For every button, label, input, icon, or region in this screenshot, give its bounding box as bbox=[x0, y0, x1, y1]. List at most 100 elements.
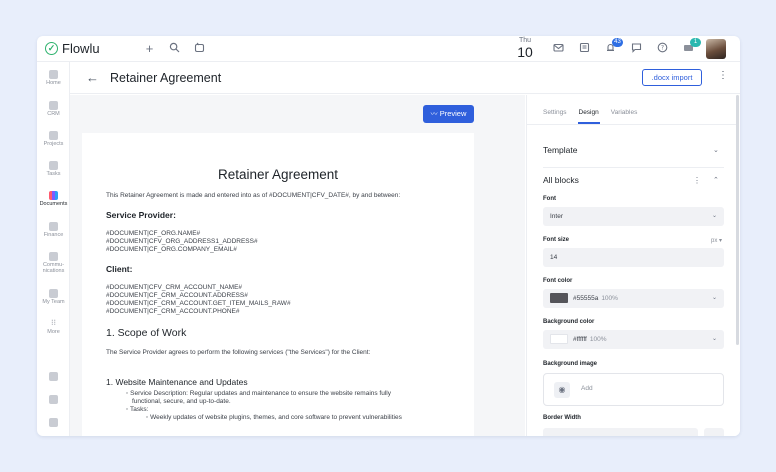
border-width-input[interactable] bbox=[543, 428, 698, 436]
chevron-down-icon[interactable]: ⌄ bbox=[713, 146, 719, 154]
avatar[interactable] bbox=[706, 39, 726, 59]
add-icon[interactable]: + bbox=[143, 42, 156, 55]
section-divider bbox=[543, 167, 724, 168]
apps-badge: 1 bbox=[690, 38, 701, 47]
preview-button[interactable]: 〰 Preview bbox=[423, 105, 474, 123]
template-section-title[interactable]: Template bbox=[543, 145, 578, 155]
notifications-badge: 43 bbox=[612, 38, 623, 47]
add-image-label: Add bbox=[581, 385, 593, 392]
nav-label: Projects bbox=[43, 141, 64, 147]
bell-icon[interactable]: 43 bbox=[604, 38, 623, 55]
docx-import-button[interactable]: .docx import bbox=[642, 69, 702, 86]
tabs-divider bbox=[527, 124, 739, 125]
chat-bubble-icon bbox=[49, 418, 58, 427]
tab-variables[interactable]: Variables bbox=[611, 109, 638, 116]
app-window: ✓ Flowlu + Thu 10 43 ? 1 Home CRM Projec… bbox=[37, 36, 740, 436]
list-item-text: Tasks: bbox=[130, 406, 149, 413]
list-item: ◦ Weekly updates of website plugins, the… bbox=[146, 414, 402, 421]
search-icon[interactable] bbox=[168, 42, 181, 55]
all-blocks-title[interactable]: All blocks bbox=[543, 175, 579, 185]
nav-item-tasks[interactable]: Tasks bbox=[37, 161, 70, 177]
bg-color-picker[interactable]: #ffffff 100% ⌄ bbox=[543, 330, 724, 349]
nav-label: Home bbox=[46, 80, 61, 86]
panel-tabs: Settings Design Variables bbox=[543, 109, 637, 116]
bg-color-value: #ffffff bbox=[573, 336, 587, 343]
document-icon[interactable] bbox=[578, 42, 591, 55]
chevron-down-icon: ⌄ bbox=[711, 213, 717, 219]
settings-icon bbox=[49, 395, 58, 404]
tab-settings[interactable]: Settings bbox=[543, 109, 567, 116]
service-provider-line: #DOCUMENT|CFV_ORG_ADDRESS1_ADDRESS# bbox=[106, 238, 258, 245]
document-intro: This Retainer Agreement is made and ente… bbox=[106, 192, 401, 199]
documents-icon bbox=[49, 191, 58, 200]
help-icon[interactable]: ? bbox=[656, 42, 669, 55]
service-provider-line: #DOCUMENT|CF_ORG.NAME# bbox=[106, 230, 201, 237]
font-color-swatch bbox=[550, 293, 568, 304]
nav-label: CRM bbox=[47, 111, 60, 117]
top-bar: ✓ Flowlu + Thu 10 43 ? 1 bbox=[37, 36, 740, 62]
date-widget[interactable]: Thu 10 bbox=[515, 37, 535, 59]
puzzle-icon bbox=[49, 372, 58, 381]
bg-image-upload[interactable]: ◉ Add bbox=[543, 373, 724, 406]
bg-image-label: Background image bbox=[543, 361, 598, 367]
font-size-unit[interactable]: px ▾ bbox=[711, 237, 722, 244]
nav-item-extra-3[interactable] bbox=[37, 418, 70, 428]
font-value: Inter bbox=[550, 213, 564, 220]
more-options-icon[interactable]: ⋮ bbox=[718, 70, 728, 81]
font-color-opacity: 100% bbox=[601, 295, 618, 302]
flowlu-logo-icon: ✓ bbox=[45, 42, 58, 55]
chevron-down-icon: ⌄ bbox=[711, 336, 717, 342]
nav-item-communications[interactable]: Commu- nications bbox=[37, 252, 70, 274]
service-provider-heading: Service Provider: bbox=[106, 210, 176, 220]
border-width-label: Border Width bbox=[543, 415, 581, 421]
document-area: 〰 Preview Retainer Agreement This Retain… bbox=[70, 95, 525, 436]
list-item-text: Weekly updates of website plugins, theme… bbox=[150, 414, 402, 421]
nav-item-more[interactable]: ⁝⁝ More bbox=[37, 318, 70, 336]
logo[interactable]: ✓ Flowlu bbox=[45, 41, 100, 56]
list-item-text: Service Description: Regular updates and… bbox=[130, 390, 391, 397]
timer-icon[interactable] bbox=[193, 42, 206, 55]
nav-label: More bbox=[47, 329, 60, 335]
nav-item-extra-2[interactable] bbox=[37, 395, 70, 405]
team-icon bbox=[49, 289, 58, 298]
nav-item-home[interactable]: Home bbox=[37, 70, 70, 86]
chevron-up-icon[interactable]: ⌃ bbox=[713, 176, 719, 184]
nav-item-extra-1[interactable] bbox=[37, 372, 70, 382]
bg-color-opacity: 100% bbox=[589, 336, 607, 343]
scope-heading: 1. Scope of Work bbox=[106, 327, 187, 339]
communications-icon bbox=[49, 252, 58, 261]
apps-icon[interactable]: 1 bbox=[682, 38, 701, 55]
client-line: #DOCUMENT|CF_CRM_ACCOUNT.GET_ITEM_MAILS_… bbox=[106, 300, 291, 307]
nav-item-crm[interactable]: CRM bbox=[37, 101, 70, 117]
font-color-picker[interactable]: #55555a 100% ⌄ bbox=[543, 289, 724, 308]
sub-heading: 1. Website Maintenance and Updates bbox=[106, 377, 248, 387]
nav-item-projects[interactable]: Projects bbox=[37, 131, 70, 147]
border-width-unit[interactable] bbox=[704, 428, 724, 436]
back-arrow-icon[interactable]: ← bbox=[86, 70, 99, 85]
preview-label: Preview bbox=[439, 109, 467, 118]
more-icon: ⁝⁝ bbox=[50, 318, 57, 327]
nav-item-finance[interactable]: Finance bbox=[37, 222, 70, 238]
nav-item-my-team[interactable]: My Team bbox=[37, 289, 70, 305]
font-select[interactable]: Inter ⌄ bbox=[543, 207, 724, 226]
app-name: Flowlu bbox=[62, 41, 100, 56]
document-page[interactable]: Retainer Agreement This Retainer Agreeme… bbox=[82, 133, 474, 436]
chat-icon[interactable] bbox=[630, 42, 643, 55]
chevron-down-icon: ⌄ bbox=[711, 295, 717, 301]
nav-label: Documents bbox=[39, 201, 68, 207]
scrollbar[interactable] bbox=[736, 95, 739, 345]
client-heading: Client: bbox=[106, 264, 133, 274]
list-item: ◦ Tasks: bbox=[126, 406, 149, 413]
mail-icon[interactable] bbox=[552, 42, 565, 55]
font-size-value: 14 bbox=[550, 254, 558, 261]
more-vertical-icon[interactable]: ⋮ bbox=[693, 176, 701, 185]
eye-icon: 〰 bbox=[430, 111, 438, 118]
date-day: 10 bbox=[517, 44, 533, 60]
font-size-input[interactable]: 14 bbox=[543, 248, 724, 267]
tasks-icon bbox=[49, 161, 58, 170]
document-title: Retainer Agreement bbox=[217, 167, 339, 182]
bg-color-swatch bbox=[550, 334, 568, 345]
tab-design[interactable]: Design bbox=[579, 109, 599, 116]
nav-label: Commu- nications bbox=[42, 262, 65, 274]
nav-item-documents[interactable]: Documents bbox=[37, 191, 70, 207]
